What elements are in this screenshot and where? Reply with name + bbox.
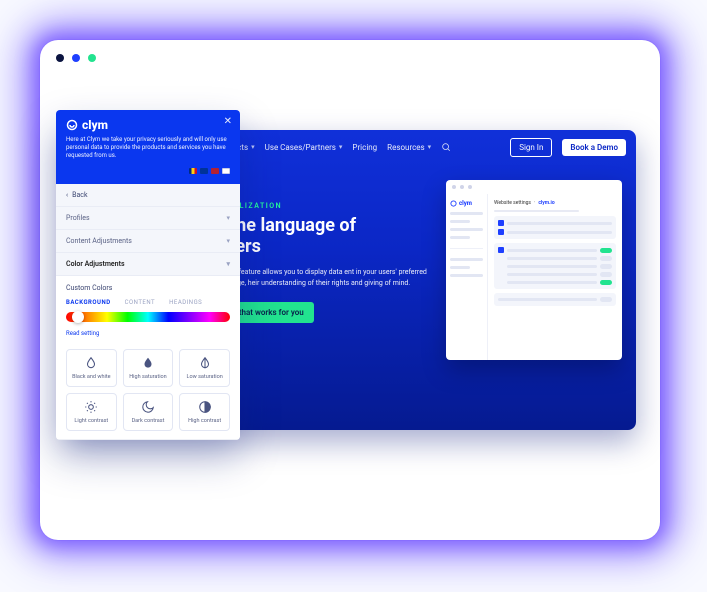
nav-usecases[interactable]: Use Cases/Partners ▾ [265,143,343,152]
dash-main: Website settings · clym.io [488,194,622,360]
traffic-dot-blue [72,54,80,62]
dash-block-1 [494,216,616,239]
a11y-row-content-label: Content Adjustments [66,237,132,245]
dash-block-2 [494,243,616,289]
preset-high-contrast[interactable]: High contrast [179,393,230,431]
a11y-row-color[interactable]: Color Adjustments ▾ [56,253,240,276]
a11y-row-color-label: Color Adjustments [66,260,125,268]
hero-body: ization feature allows you to display da… [216,267,446,288]
traffic-dot-dark [56,54,64,62]
accessibility-panel: clym ✕ Here at Clym we take your privacy… [56,110,240,440]
custom-colors-title: Custom Colors [66,284,230,292]
search-icon[interactable] [441,142,451,152]
a11y-row-back-label: Back [72,191,87,199]
a11y-row-content[interactable]: Content Adjustments ▾ [56,230,240,253]
dash-logo: clym [450,200,483,207]
traffic-dot-green [88,54,96,62]
chevron-left-icon: ‹ [66,191,68,199]
chevron-down-icon: ▾ [428,143,432,151]
chevron-down-icon: ▾ [251,143,255,151]
dash-block-3 [494,293,616,306]
preset-black-white[interactable]: Black and white [66,349,117,387]
dash-logo-text: clym [459,200,472,207]
preset-dark-label: Dark contrast [132,418,165,424]
dash-traffic [446,180,622,194]
droplet-fill-icon [141,356,155,370]
hero-headline: k the language of users [216,216,446,257]
preset-high-saturation[interactable]: High saturation [123,349,174,387]
signin-button[interactable]: Sign In [510,138,552,157]
clym-mark-icon [450,200,457,207]
a11y-logo-text: clym [82,118,108,132]
preset-bw-label: Black and white [72,374,111,380]
a11y-row-list: ‹ Back Profiles ▾ Content Adjustments ▾ … [56,184,240,276]
droplet-half-icon [198,356,212,370]
preset-grid: Black and white High saturation Low satu… [56,343,240,439]
preset-high-label: High contrast [188,418,221,424]
clym-mark-icon [66,119,78,131]
custom-colors-tabs: BACKGROUND CONTENT HEADINGS [66,299,230,306]
a11y-row-profiles-label: Profiles [66,214,90,222]
reset-colors-link[interactable]: Read setting [66,330,99,337]
hero-copy: LOCALIZATION k the language of users iza… [216,202,446,323]
hue-slider-knob[interactable] [72,311,84,323]
droplet-icon [84,356,98,370]
moon-icon [141,400,155,414]
contrast-icon [198,400,212,414]
flag-ro-icon[interactable] [189,168,197,174]
preset-hisat-label: High saturation [129,374,166,380]
dashboard-card: clym Website settings · clym.io [446,180,622,360]
nav-pricing-label: Pricing [352,143,377,152]
cc-tab-background[interactable]: BACKGROUND [66,299,111,306]
dash-title-prefix: Website settings [494,200,531,206]
cc-tab-content[interactable]: CONTENT [125,299,156,306]
close-icon[interactable]: ✕ [224,116,232,127]
traffic-lights [56,54,96,62]
custom-colors-section: Custom Colors BACKGROUND CONTENT HEADING… [56,276,240,343]
hero-eyebrow: LOCALIZATION [216,202,446,210]
a11y-row-profiles[interactable]: Profiles ▾ [56,207,240,230]
chevron-down-icon: ▾ [339,143,343,151]
a11y-header: clym ✕ Here at Clym we take your privacy… [56,110,240,184]
sun-icon [84,400,98,414]
cc-tab-headings[interactable]: HEADINGS [169,299,202,306]
nav-resources-label: Resources [387,143,424,152]
flag-blank-icon[interactable] [222,168,230,174]
preset-light-label: Light contrast [74,418,108,424]
hue-slider[interactable] [66,312,230,322]
a11y-row-back[interactable]: ‹ Back [56,184,240,207]
preset-losat-label: Low saturation [187,374,223,380]
preset-light-contrast[interactable]: Light contrast [66,393,117,431]
book-demo-button[interactable]: Book a Demo [562,139,626,156]
flag-us-icon[interactable] [211,168,219,174]
a11y-privacy-msg: Here at Clym we take your privacy seriou… [66,136,230,160]
dash-sidebar: clym [446,194,488,360]
preset-low-saturation[interactable]: Low saturation [179,349,230,387]
chevron-down-icon: ▾ [226,214,230,222]
flag-eu-icon[interactable] [200,168,208,174]
chevron-down-icon: ▾ [226,237,230,245]
nav-usecases-label: Use Cases/Partners [265,143,336,152]
a11y-footer: Powered by Read accessibility policy [56,439,240,440]
dash-title-site: clym.io [538,200,554,206]
nav-pricing[interactable]: Pricing [352,143,377,152]
dash-title: Website settings · clym.io [494,200,616,206]
preset-dark-contrast[interactable]: Dark contrast [123,393,174,431]
nav-resources[interactable]: Resources ▾ [387,143,431,152]
a11y-logo: clym [66,118,230,132]
a11y-flags [66,168,230,174]
chevron-down-icon: ▾ [226,260,230,268]
